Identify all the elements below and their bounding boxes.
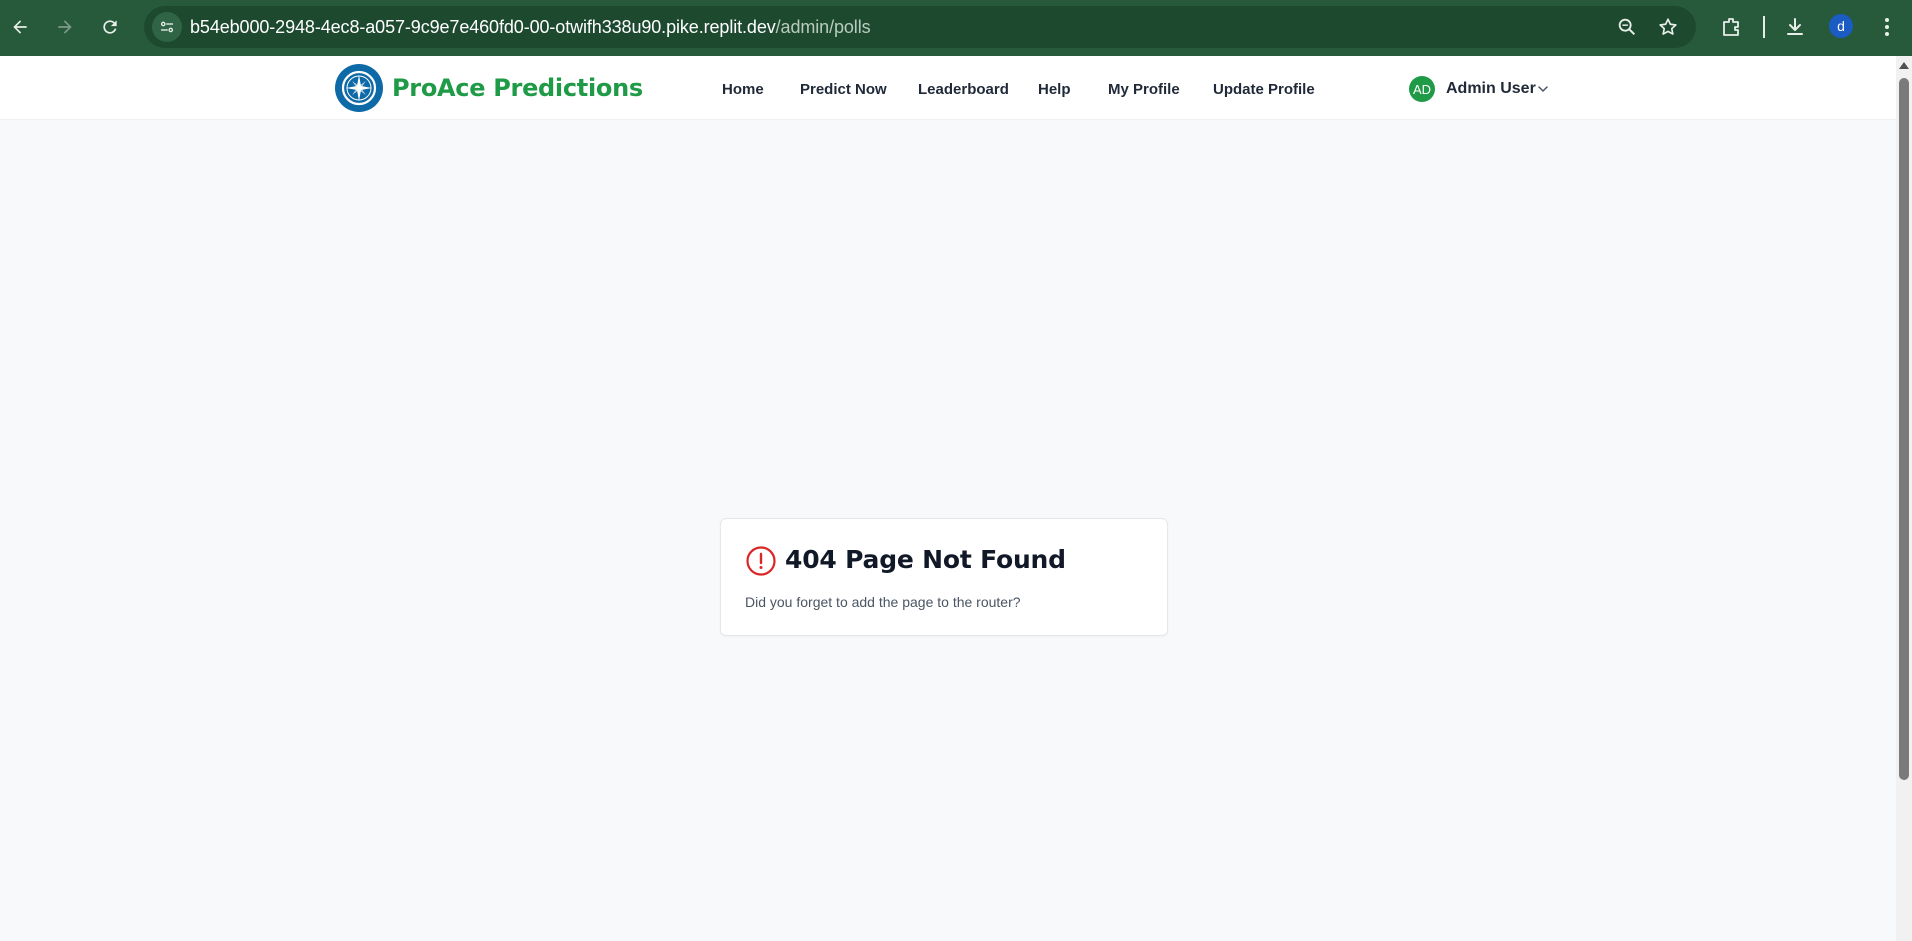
compass-logo-icon[interactable] [335, 64, 383, 112]
nav-my-profile[interactable]: My Profile [1108, 81, 1180, 98]
arrow-right-icon [58, 20, 72, 34]
nav-predict-now[interactable]: Predict Now [800, 81, 887, 98]
toolbar-divider [1763, 16, 1765, 38]
download-icon[interactable] [1783, 15, 1807, 39]
reload-icon [103, 20, 117, 34]
nav-leaderboard[interactable]: Leaderboard [918, 81, 1009, 98]
page-scrollbar[interactable] [1896, 56, 1912, 941]
url-path: /admin/polls [775, 17, 871, 37]
brand-name[interactable]: ProAce Predictions [392, 74, 643, 102]
site-info-icon[interactable] [152, 12, 182, 42]
back-button[interactable] [3, 10, 37, 44]
forward-button[interactable] [48, 10, 82, 44]
scrollbar-thumb[interactable] [1899, 78, 1909, 780]
user-avatar[interactable]: AD [1409, 76, 1435, 102]
nav-update-profile[interactable]: Update Profile [1213, 81, 1315, 98]
user-menu-name[interactable]: Admin User [1446, 80, 1536, 98]
alert-circle-icon [746, 546, 776, 576]
chevron-down-icon[interactable] [1537, 83, 1549, 95]
address-bar[interactable]: b54eb000-2948-4ec8-a057-9c9e7e460fd0-00-… [144, 6, 1696, 48]
arrow-left-icon [13, 20, 27, 34]
nav-help[interactable]: Help [1038, 81, 1071, 98]
more-vert-icon[interactable] [1877, 15, 1897, 39]
error-message: Did you forget to add the page to the ro… [745, 594, 1021, 610]
app-header: ProAce Predictions Home Predict Now Lead… [0, 56, 1896, 120]
scroll-up-arrow-icon[interactable] [1899, 62, 1909, 69]
nav-home[interactable]: Home [722, 81, 764, 98]
zoom-icon[interactable] [1616, 16, 1638, 38]
not-found-card: 404 Page Not Found Did you forget to add… [720, 518, 1168, 636]
url-text: b54eb000-2948-4ec8-a057-9c9e7e460fd0-00-… [190, 17, 871, 38]
reload-button[interactable] [93, 10, 127, 44]
browser-toolbar: b54eb000-2948-4ec8-a057-9c9e7e460fd0-00-… [0, 0, 1912, 56]
url-host: b54eb000-2948-4ec8-a057-9c9e7e460fd0-00-… [190, 17, 776, 37]
extensions-icon[interactable] [1719, 15, 1743, 39]
bookmark-star-icon[interactable] [1657, 16, 1679, 38]
error-title: 404 Page Not Found [785, 545, 1066, 574]
profile-avatar[interactable]: d [1829, 14, 1853, 38]
